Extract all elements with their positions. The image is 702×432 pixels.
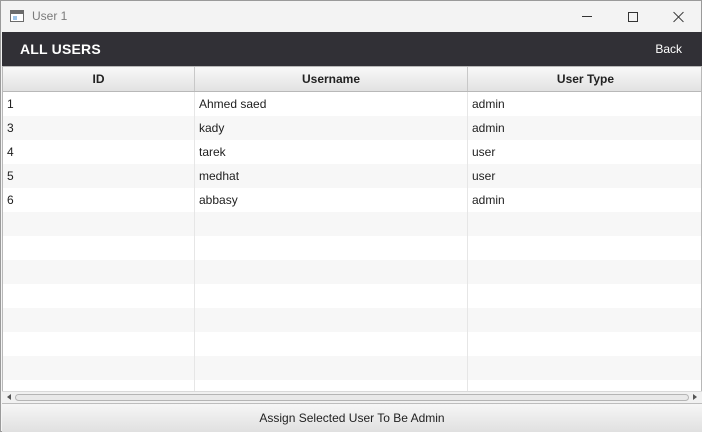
table-cell-user-type	[468, 332, 701, 356]
table-cell-id	[3, 284, 195, 308]
table-cell-user-type	[468, 284, 701, 308]
table-cell-username: tarek	[195, 140, 468, 164]
table-row[interactable]: 4 tarek user	[3, 140, 701, 164]
table-cell-username	[195, 236, 468, 260]
table-header: ID Username User Type	[3, 67, 701, 92]
table-row[interactable]: 5 medhat user	[3, 164, 701, 188]
scrollbar-thumb[interactable]	[15, 394, 689, 401]
table-cell-user-type: admin	[468, 92, 701, 116]
column-header-user-type[interactable]: User Type	[468, 67, 701, 91]
table-cell-username	[195, 212, 468, 236]
table-cell-user-type: user	[468, 140, 701, 164]
assign-admin-button[interactable]: Assign Selected User To Be Admin	[2, 403, 702, 432]
table-cell-username	[195, 260, 468, 284]
table-cell-username: Ahmed saed	[195, 92, 468, 116]
table-cell-id	[3, 332, 195, 356]
table-cell-id	[3, 260, 195, 284]
table-cell-user-type	[468, 308, 701, 332]
table-cell-username: medhat	[195, 164, 468, 188]
table-row[interactable]	[3, 260, 701, 284]
table-cell-user-type	[468, 212, 701, 236]
table-cell-username	[195, 284, 468, 308]
table-row[interactable]: 6 abbasy admin	[3, 188, 701, 212]
table-cell-username	[195, 332, 468, 356]
table-row[interactable]	[3, 284, 701, 308]
table-row[interactable]: 3 kady admin	[3, 116, 701, 140]
table-cell-id	[3, 308, 195, 332]
app-window-icon	[10, 10, 24, 22]
table-cell-user-type	[468, 260, 701, 284]
table-cell-username	[195, 356, 468, 380]
app-window: User 1 ALL USERS Back ID Username User T…	[0, 0, 702, 432]
table-cell-user-type: admin	[468, 116, 701, 140]
table-cell-id: 5	[3, 164, 195, 188]
table-cell-user-type: user	[468, 164, 701, 188]
table-cell-id: 4	[3, 140, 195, 164]
table-body: 1 Ahmed saed admin 3 kady admin 4 tarek user 5 med…	[3, 92, 701, 391]
table-row[interactable]	[3, 332, 701, 356]
title-bar[interactable]: User 1	[1, 1, 701, 32]
minimize-button[interactable]	[564, 1, 610, 32]
table-cell-user-type	[468, 236, 701, 260]
users-table[interactable]: ID Username User Type 1 Ahmed saed admin 3 k…	[2, 66, 702, 392]
table-cell-username	[195, 308, 468, 332]
scroll-left-arrow-icon[interactable]	[4, 393, 14, 402]
table-row[interactable]	[3, 212, 701, 236]
table-cell-id	[3, 212, 195, 236]
table-cell-id: 3	[3, 116, 195, 140]
window-title: User 1	[32, 9, 68, 23]
table-cell-id: 6	[3, 188, 195, 212]
back-button[interactable]: Back	[655, 42, 682, 56]
table-cell-username: kady	[195, 116, 468, 140]
horizontal-scrollbar[interactable]	[2, 391, 702, 403]
table-cell-user-type	[468, 356, 701, 380]
table-row[interactable]	[3, 236, 701, 260]
table-cell-id	[3, 236, 195, 260]
scroll-right-arrow-icon[interactable]	[690, 393, 700, 402]
page-title: ALL USERS	[20, 41, 101, 57]
table-cell-id: 1	[3, 92, 195, 116]
table-row[interactable]: 1 Ahmed saed admin	[3, 92, 701, 116]
header-bar: ALL USERS Back	[2, 32, 702, 66]
table-cell-id	[3, 356, 195, 380]
table-cell-user-type: admin	[468, 188, 701, 212]
column-header-id[interactable]: ID	[3, 67, 195, 91]
close-button[interactable]	[656, 1, 702, 32]
table-row[interactable]	[3, 308, 701, 332]
column-header-username[interactable]: Username	[195, 67, 468, 91]
table-row[interactable]	[3, 356, 701, 380]
table-cell-username: abbasy	[195, 188, 468, 212]
maximize-icon	[628, 11, 638, 22]
maximize-button[interactable]	[610, 1, 656, 32]
close-icon	[673, 11, 685, 23]
minimize-icon	[582, 16, 592, 17]
